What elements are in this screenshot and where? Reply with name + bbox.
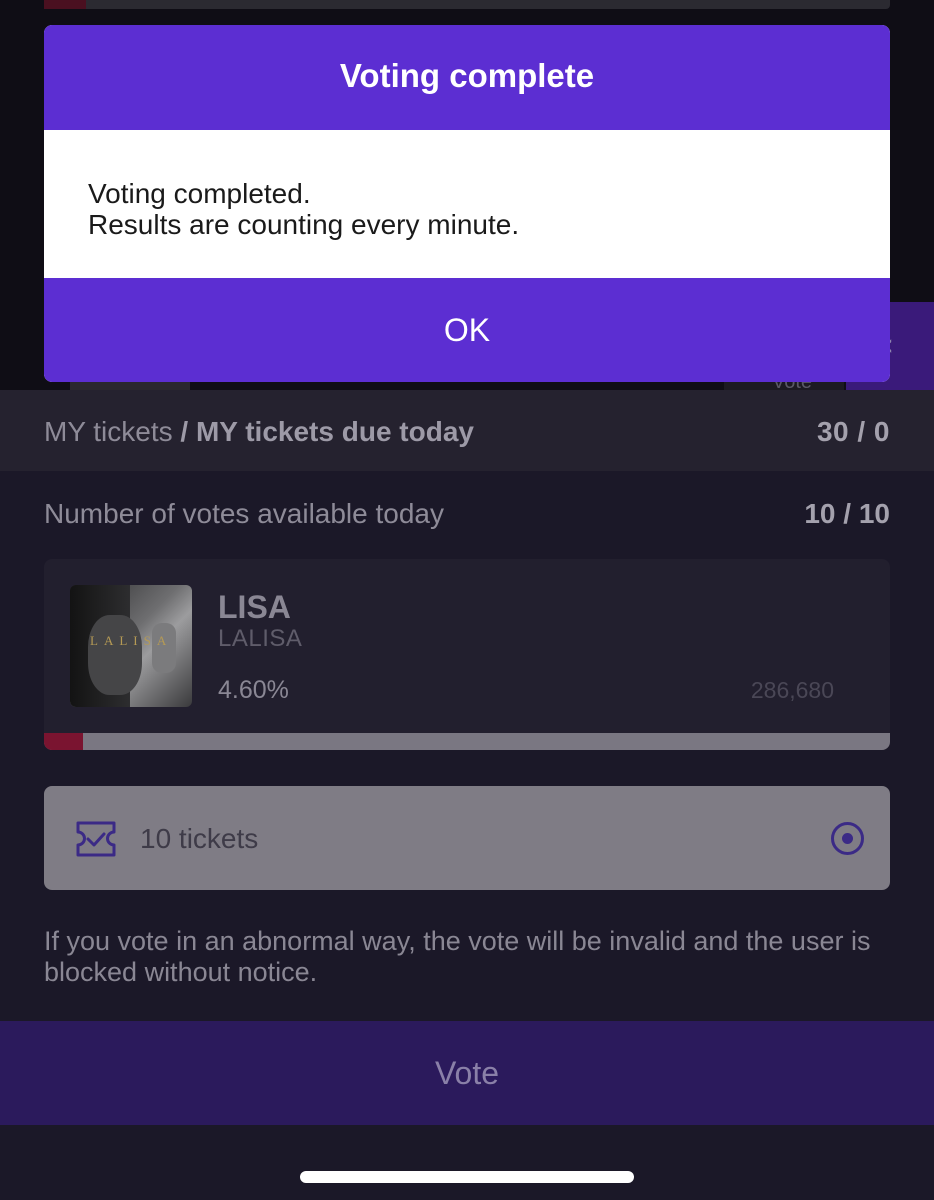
dialog-title: Voting complete bbox=[339, 57, 595, 94]
vote-count: 286,680 bbox=[750, 677, 834, 703]
ticket-option-label: 10 tickets bbox=[140, 823, 259, 854]
dialog-body: Voting completed. Results are counting e… bbox=[44, 130, 890, 278]
my-tickets-value: 30 / 0 bbox=[816, 416, 890, 447]
ticket-option[interactable]: 10 tickets bbox=[44, 786, 890, 890]
voting-complete-dialog: Voting complete Voting completed. Result… bbox=[44, 25, 890, 382]
artist-name: LISA bbox=[218, 589, 291, 625]
background-progress-bar bbox=[44, 0, 890, 9]
vote-progress-bar bbox=[44, 733, 890, 750]
my-tickets-label: MY tickets / MY tickets due today bbox=[44, 416, 474, 447]
album-cover-text: LALISA bbox=[90, 633, 173, 648]
vote-button[interactable]: Vote bbox=[0, 1021, 934, 1125]
abnormal-vote-notice: If you vote in an abnormal way, the vote… bbox=[44, 926, 871, 987]
ticket-check-icon bbox=[76, 821, 116, 857]
album-cover: LALISA bbox=[70, 585, 192, 707]
vote-progress-fill bbox=[44, 733, 83, 750]
vote-percent: 4.60% bbox=[218, 676, 289, 704]
votes-available-value: 10 / 10 bbox=[804, 498, 890, 529]
dialog-message: Voting completed. Results are counting e… bbox=[88, 178, 520, 240]
background-progress-fill bbox=[44, 0, 86, 9]
my-tickets-row: MY tickets / MY tickets due today 30 / 0 bbox=[0, 390, 934, 471]
song-name: LALISA bbox=[218, 625, 303, 652]
home-indicator bbox=[300, 1171, 634, 1183]
ok-button[interactable]: OK bbox=[44, 278, 890, 382]
dialog-header: Voting complete bbox=[44, 25, 890, 130]
vote-button-label: Vote bbox=[434, 1055, 500, 1091]
ticket-radio[interactable] bbox=[831, 822, 864, 855]
artist-card[interactable]: LALISA LISA LALISA 4.60% 286,680 bbox=[44, 559, 890, 750]
votes-available-label: Number of votes available today bbox=[44, 498, 444, 529]
